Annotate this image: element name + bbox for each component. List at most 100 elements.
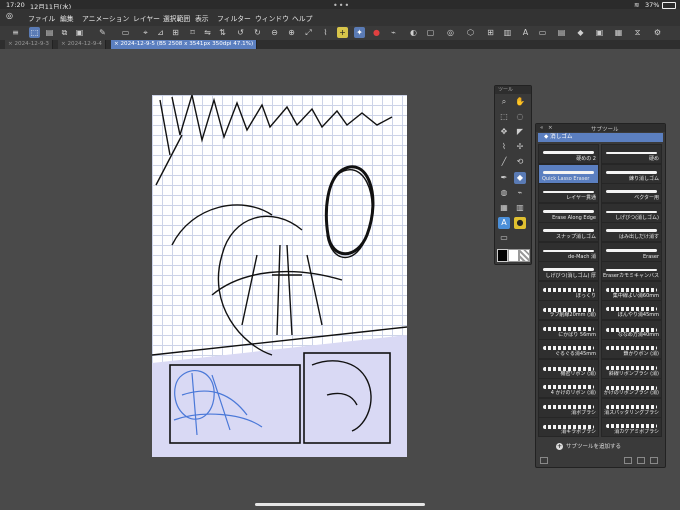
delete-subtool-icon[interactable] [650, 457, 658, 464]
select-icon[interactable]: ⬚ [498, 111, 510, 123]
ruler-icon[interactable]: ▭ [498, 232, 510, 244]
balloon-icon[interactable]: ● [514, 217, 526, 229]
copy-subtool-icon[interactable] [624, 457, 632, 464]
subtool-brush-item[interactable]: スナップ消しゴム [538, 222, 599, 242]
menu-icon[interactable]: ≡ [10, 27, 21, 38]
subtool-brush-item[interactable]: 集中線よい消60mm [601, 280, 662, 301]
hand-icon[interactable]: ✋ [514, 96, 526, 108]
panel-icon[interactable]: ▥ [502, 27, 513, 38]
clip-studio-logo-icon[interactable]: ◎ [6, 11, 13, 20]
subtool-brush-item[interactable]: ななめ方消40mm [601, 319, 662, 340]
brush-icon[interactable]: ⌁ [388, 27, 399, 38]
eyedropper-icon[interactable]: ⌇ [320, 27, 331, 38]
navigator-icon[interactable]: ▣ [594, 27, 605, 38]
flip-vertical-icon[interactable]: ⇅ [217, 27, 228, 38]
fill-icon[interactable]: ◤ [514, 126, 526, 138]
ruler-icon[interactable]: ▭ [120, 27, 131, 38]
subtool-brush-item[interactable]: Eraser [601, 241, 662, 262]
subtool-brush-item[interactable]: 機密リボン (消) [538, 358, 599, 379]
subtool-brush-item[interactable]: ラフ削線20mm (消) [538, 300, 599, 320]
plus-yellow-icon[interactable]: + [337, 27, 348, 38]
menu-edit[interactable]: 編集 [60, 13, 74, 23]
tab-document-active[interactable]: × 2024-12-9-5 (B5 2508 x 3541px 350dpi 4… [111, 40, 258, 49]
subtool-brush-item[interactable]: 消ボブラシ [538, 397, 599, 418]
main-color-swatch[interactable] [497, 249, 508, 262]
drawing-canvas[interactable] [152, 95, 407, 457]
close-icon[interactable]: × [548, 125, 553, 131]
pen-icon[interactable]: ✎ [97, 27, 108, 38]
rotate-right-icon[interactable]: ↻ [252, 27, 263, 38]
tab-document[interactable]: × 2024-12-9-3 [5, 40, 53, 49]
gradient-icon[interactable]: ▥ [514, 202, 526, 214]
subtool-brush-item[interactable]: 消キラボブラシ [538, 417, 599, 437]
menu-filter[interactable]: フィルター [217, 13, 251, 23]
blend-icon[interactable]: ◍ [498, 187, 510, 199]
decoration-icon[interactable]: ⌁ [514, 187, 526, 199]
subtool-brush-item[interactable]: 消スパッタリングブラシ [601, 397, 662, 418]
sub-color-swatch[interactable] [508, 249, 519, 262]
color-icon[interactable]: ● [371, 27, 382, 38]
menu-view[interactable]: 表示 [195, 13, 209, 23]
menu-window[interactable]: ウィンドウ [255, 13, 289, 23]
grid-icon[interactable]: ⊞ [170, 27, 181, 38]
subtool-group-header[interactable]: ◆ 消しゴム [538, 133, 663, 142]
property-icon[interactable]: ▦ [613, 27, 624, 38]
subtool-brush-item[interactable]: 4 かけのリボン (消) [538, 378, 599, 398]
grid-view-icon[interactable]: ⊞ [485, 27, 496, 38]
zoom-out-icon[interactable]: ⊖ [269, 27, 280, 38]
flip-icon[interactable]: ⇋ [202, 27, 213, 38]
history-icon[interactable]: ⧖ [632, 27, 643, 38]
zoom-in-icon[interactable]: ⊕ [286, 27, 297, 38]
cube-icon[interactable]: ⬡ [465, 27, 476, 38]
transparent-color-swatch[interactable] [519, 249, 530, 262]
menu-file[interactable]: ファイル [28, 13, 55, 23]
zoom-icon[interactable]: ⌕ [498, 96, 510, 108]
subtool-brush-item[interactable]: 硬め [601, 144, 662, 164]
frame-icon[interactable]: ▢ [425, 27, 436, 38]
paste-icon[interactable]: ▣ [74, 27, 85, 38]
subtool-brush-item[interactable]: ぐるぐる消45mm [538, 339, 599, 359]
subtool-brush-item[interactable]: Quick Lasso Eraser [538, 163, 599, 184]
select-tool-icon[interactable]: ⬚ [29, 27, 40, 38]
rotate-left-icon[interactable]: ↺ [235, 27, 246, 38]
screen-icon[interactable]: ▭ [537, 27, 548, 38]
lasso-icon[interactable]: ◌ [514, 111, 526, 123]
palette-icon[interactable]: ◆ [575, 27, 586, 38]
subtool-brush-item[interactable]: レイヤー貫通 [538, 183, 599, 203]
transform-icon[interactable]: ⌖ [140, 27, 151, 38]
subtool-brush-item[interactable]: 鎖かりボン (消) [601, 339, 662, 359]
menu-selection[interactable]: 選択範囲 [163, 13, 190, 23]
layer-icon[interactable]: ▤ [44, 27, 55, 38]
eraser-icon[interactable]: ◆ [514, 172, 526, 184]
spray-icon[interactable]: ✢ [514, 141, 526, 153]
subtool-brush-item[interactable]: 硬めの 2 [538, 144, 599, 164]
subtool-brush-item[interactable]: ベクター用 [601, 183, 662, 203]
text-icon[interactable]: A [498, 217, 510, 229]
eyedropper-icon[interactable]: ⌇ [498, 141, 510, 153]
subtool-settings-icon[interactable] [540, 457, 548, 464]
subtool-brush-item[interactable]: にかばり 56mm [538, 319, 599, 340]
correction-icon[interactable]: ⟲ [514, 156, 526, 168]
snap-special-icon[interactable]: ✦ [354, 27, 365, 38]
subtool-brush-item[interactable]: de-Mach 消 [538, 241, 599, 262]
subtool-brush-item[interactable]: 斜線リボンブラシ (消) [601, 358, 662, 379]
subtool-brush-item[interactable]: はみ出しだけ消す [601, 222, 662, 242]
copy-icon[interactable]: ⧉ [59, 27, 70, 38]
menu-help[interactable]: ヘルプ [292, 13, 312, 23]
target-icon[interactable]: ◎ [445, 27, 456, 38]
visibility-icon[interactable]: ◐ [408, 27, 419, 38]
menu-layer[interactable]: レイヤー [133, 13, 160, 23]
subtool-brush-item[interactable]: Erase Along Edge [538, 202, 599, 223]
home-indicator[interactable] [255, 503, 425, 506]
subtool-brush-item[interactable]: ぼんやり消45mm [601, 300, 662, 320]
text-icon[interactable]: A [520, 27, 531, 38]
crop-icon[interactable]: ⌑ [187, 27, 198, 38]
subtool-brush-item[interactable]: 練り消しゴム [601, 163, 662, 184]
settings-icon[interactable]: ⚙ [652, 27, 663, 38]
fit-icon[interactable]: ⤢ [303, 27, 314, 38]
move-icon[interactable]: ✥ [498, 126, 510, 138]
snap-icon[interactable]: ⊿ [155, 27, 166, 38]
layer-panel-icon[interactable]: ▤ [556, 27, 567, 38]
new-subtool-icon[interactable] [637, 457, 645, 464]
pen-icon[interactable]: ✒ [498, 172, 510, 184]
